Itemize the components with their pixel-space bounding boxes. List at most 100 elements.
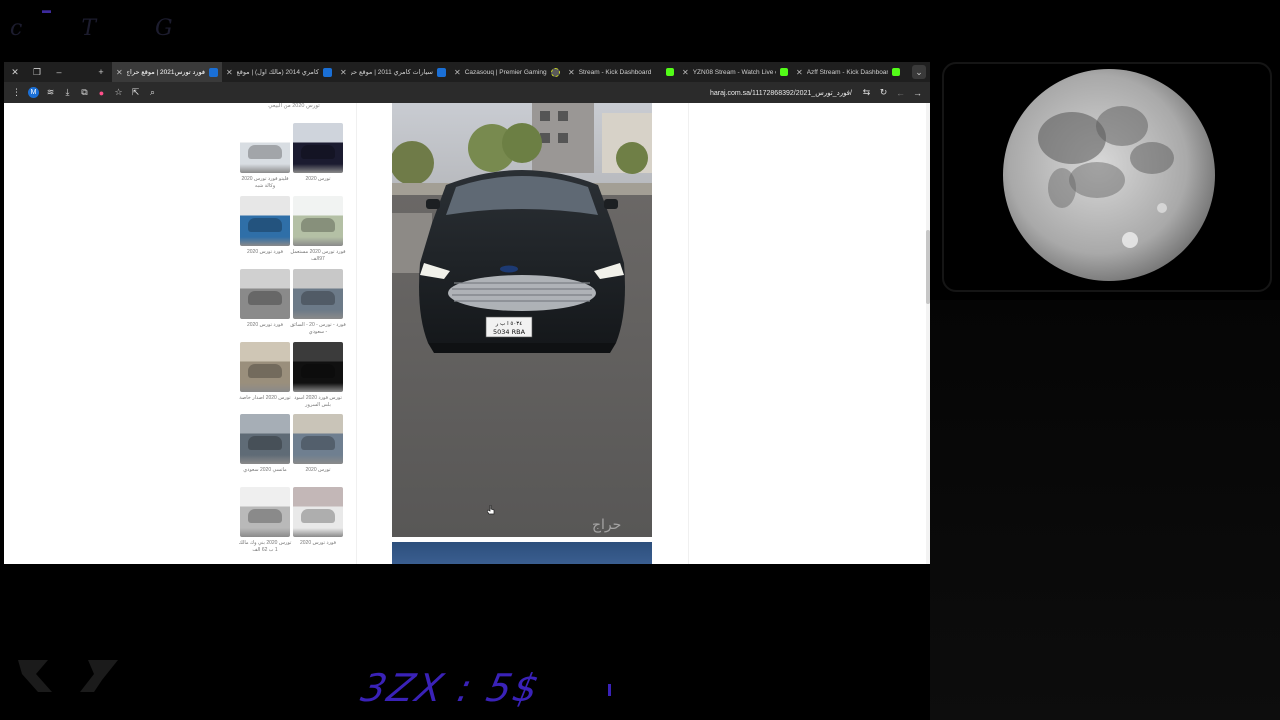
address-bar[interactable]: haraj.com.sa/11172868392/فورد_تورس_2021/ [710, 89, 852, 97]
related-ad-thumbnail[interactable] [240, 487, 290, 537]
car-shape [301, 145, 335, 159]
donation-indicator [608, 684, 611, 696]
tab-label: YZN08 Stream - Watch Live on [692, 68, 776, 76]
reading-mode-icon[interactable]: ≋ [42, 84, 59, 101]
tab-label: Stream - Kick Dashboard [578, 68, 652, 76]
extensions-icon[interactable]: ⧉ [76, 84, 93, 101]
related-ad-caption[interactable]: فورد تورس 2020 [290, 540, 346, 554]
related-ad-caption[interactable]: تورس 2020 [290, 467, 346, 481]
close-icon[interactable]: ✕ [454, 68, 461, 77]
tab-label: Cazasouq | Premier Gaming Ho [464, 68, 547, 76]
car-shape [248, 509, 282, 523]
tab-active[interactable]: ✕ فورد تورس2021 | موقع حراج [112, 62, 222, 82]
hand-cursor-icon [487, 505, 495, 515]
back-icon[interactable]: → [909, 84, 926, 101]
tab[interactable]: ✕ كامري 2014 (مالك اول) | موقع ح... [222, 62, 336, 82]
kick-favicon-icon [780, 68, 788, 76]
next-car-photo[interactable] [392, 542, 652, 564]
related-ad-caption[interactable]: فورد تورس 2020 مستعمل 97الف [290, 249, 346, 263]
related-ad-thumbnail[interactable] [240, 414, 290, 464]
browser-window: ✕ ❐ – + ✕ فورد تورس2021 | موقع حراج ✕ كا… [4, 62, 930, 564]
close-icon[interactable]: ✕ [568, 68, 575, 77]
plate-text-latin: 5034 RBA [493, 328, 526, 336]
tab-label: سيارات كامري 2011 | موقع حراج [350, 69, 433, 76]
related-ad-caption[interactable]: تورس 2020 بني وك مالك 1 ب 62 الف [237, 540, 293, 554]
tab[interactable]: ✕ Azff Stream - Kick Dashboard [792, 62, 904, 82]
top-watermark: c T G [10, 16, 199, 41]
kick-favicon-icon [892, 68, 900, 76]
related-ad-caption[interactable]: تورس 2020 اصدار خاصة [237, 395, 293, 409]
menu-icon[interactable]: ⋮ [8, 84, 25, 101]
related-ad-caption[interactable]: تورس 2020 [290, 176, 346, 190]
zoom-icon[interactable]: ⌕ [144, 84, 161, 101]
close-icon[interactable]: ✕ [796, 68, 803, 77]
related-ad-thumbnail[interactable] [240, 342, 290, 392]
extension-icon[interactable]: ● [93, 84, 110, 101]
related-ad-caption[interactable]: فورد - تورس - 20 - السائق - سعودي [290, 322, 346, 336]
related-ad-caption[interactable]: تورس فورد 2020 اسود بلس السرور [290, 395, 346, 409]
site-settings-icon[interactable]: ⇆ [858, 84, 875, 101]
tab[interactable]: ✕ سيارات كامري 2011 | موقع حراج [336, 62, 450, 82]
tab[interactable]: ✕ Stream - Kick Dashboard [564, 62, 678, 82]
car-photo-image: ٥٠٣٤ ا ب ر 5034 RBA حراج [392, 103, 652, 537]
haraj-favicon-icon [209, 67, 218, 77]
reload-icon[interactable]: ↻ [875, 84, 892, 101]
overlay-badge: ▬ [42, 5, 51, 15]
page-content: تورس 2020 من البيعي تورس 2020 فليتو فورد … [4, 103, 930, 564]
close-icon[interactable]: ✕ [116, 68, 123, 77]
related-ad-caption[interactable]: فورد تورس 2020 [237, 249, 293, 263]
share-icon[interactable]: ⇱ [127, 84, 144, 101]
stream-logo [18, 660, 118, 692]
related-ad-thumbnail[interactable] [293, 414, 343, 464]
tab-label: Azff Stream - Kick Dashboard [806, 68, 888, 76]
tab-label: فورد تورس2021 | موقع حراج [126, 69, 205, 76]
car-shape [248, 436, 282, 450]
related-ad-thumbnail[interactable] [293, 196, 343, 246]
related-ad-caption[interactable]: فورد تورس 2020 [237, 322, 293, 336]
cazasouq-favicon-icon [551, 67, 560, 77]
close-window-icon[interactable]: ✕ [4, 62, 26, 82]
car-shape [301, 218, 335, 232]
related-ad-thumbnail[interactable] [240, 196, 290, 246]
tab[interactable]: ✕ Cazasouq | Premier Gaming Ho [450, 62, 564, 82]
photo-watermark: حراج [592, 517, 621, 533]
close-icon[interactable]: ✕ [226, 68, 233, 77]
close-icon[interactable]: ✕ [682, 68, 689, 77]
related-ad-caption[interactable]: ماتسي 2020 سعودي [237, 467, 293, 481]
car-shape [301, 436, 335, 450]
tab-label: كامري 2014 (مالك اول) | موقع ح... [236, 69, 319, 76]
browser-toolbar: ⋮ M ≋ ⤓ ⧉ ● ☆ ⇱ ⌕ haraj.com.sa/111728683… [4, 82, 930, 103]
forward-icon[interactable]: ← [892, 84, 909, 101]
scrollbar-thumb[interactable] [926, 230, 930, 304]
car-shape [248, 145, 282, 159]
related-ad-thumbnail[interactable] [293, 269, 343, 319]
related-ad-thumbnail[interactable] [240, 269, 290, 319]
profile-avatar[interactable]: M [28, 87, 39, 98]
car-shape [248, 291, 282, 305]
haraj-favicon-icon [323, 67, 332, 77]
car-shape [301, 509, 335, 523]
related-ad-thumbnail[interactable] [293, 342, 343, 392]
car-shape [248, 364, 282, 378]
tab[interactable]: ✕ YZN08 Stream - Watch Live on [678, 62, 792, 82]
related-ad-thumbnail[interactable] [293, 123, 343, 173]
download-icon[interactable]: ⤓ [59, 84, 76, 101]
bookmark-star-icon[interactable]: ☆ [110, 84, 127, 101]
donation-goal-text: 3ZX : 5$ [357, 666, 545, 710]
main-car-photo[interactable]: ٥٠٣٤ ا ب ر 5034 RBA حراج [392, 103, 652, 537]
tab-search-icon[interactable]: ⌄ [912, 65, 926, 79]
divider [356, 103, 357, 564]
moon-image [1003, 69, 1215, 281]
related-ad-thumbnail[interactable] [293, 487, 343, 537]
related-ad-caption[interactable]: فليتو فورد تورس 2020 وكالة شبه [237, 176, 293, 190]
car-shape [248, 218, 282, 232]
kick-favicon-icon [666, 68, 674, 76]
new-tab-icon[interactable]: + [90, 62, 112, 82]
car-shape [301, 364, 335, 378]
minimize-window-icon[interactable]: – [48, 62, 70, 82]
dark-panel [930, 300, 1280, 720]
close-icon[interactable]: ✕ [340, 68, 347, 77]
related-ad-thumbnail[interactable] [240, 123, 290, 173]
restore-window-icon[interactable]: ❐ [26, 62, 48, 82]
divider [688, 103, 689, 564]
